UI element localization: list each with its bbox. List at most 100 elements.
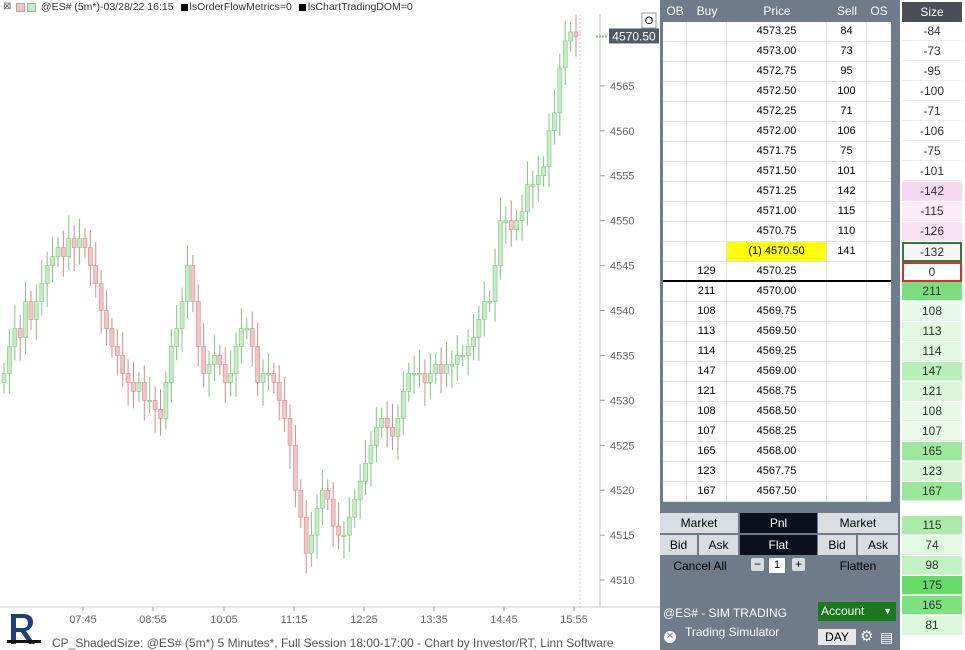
column-header-price[interactable]: Price xyxy=(728,4,826,18)
price-cell[interactable]: 4570.75 xyxy=(727,222,827,242)
candle-body[interactable] xyxy=(174,328,179,347)
dom-row[interactable]: 121 4568.75 xyxy=(663,382,891,402)
os-cell[interactable] xyxy=(867,262,891,282)
os-cell[interactable] xyxy=(867,142,891,162)
os-cell[interactable] xyxy=(867,182,891,202)
buy-cell[interactable]: 129 xyxy=(687,262,727,282)
candle-body[interactable] xyxy=(417,373,422,376)
candle-body[interactable] xyxy=(454,355,460,365)
buy-cell[interactable] xyxy=(687,122,727,142)
buy-cell[interactable] xyxy=(687,222,727,242)
dom-row[interactable]: 129 4570.25 xyxy=(663,262,891,282)
candle-body[interactable] xyxy=(325,489,331,500)
price-cell[interactable]: 4567.75 xyxy=(727,462,827,482)
ob-cell[interactable] xyxy=(663,82,687,102)
candle-body[interactable] xyxy=(163,382,169,419)
candle-body[interactable] xyxy=(7,346,12,374)
sell-cell[interactable] xyxy=(827,322,867,342)
ob-cell[interactable] xyxy=(663,42,687,62)
candle-body[interactable] xyxy=(120,355,126,374)
sell-cell[interactable]: 95 xyxy=(827,62,867,82)
candle-body[interactable] xyxy=(136,382,142,392)
sell-cell[interactable] xyxy=(827,262,867,282)
os-cell[interactable] xyxy=(867,422,891,442)
os-cell[interactable] xyxy=(867,382,891,402)
candle-body[interactable] xyxy=(395,418,401,437)
candle-body[interactable] xyxy=(201,346,206,374)
ob-cell[interactable] xyxy=(663,242,687,262)
candle-body[interactable] xyxy=(535,175,541,186)
dom-row[interactable]: 147 4569.00 xyxy=(663,362,891,382)
candle-body[interactable] xyxy=(471,337,476,347)
candle-body[interactable] xyxy=(206,364,212,374)
buy-cell[interactable]: 211 xyxy=(687,282,727,302)
candle-body[interactable] xyxy=(422,373,428,383)
ob-cell[interactable] xyxy=(663,62,687,82)
cancel-all-button[interactable]: Cancel All xyxy=(660,556,740,576)
column-header-ob[interactable]: OB xyxy=(663,4,687,18)
candle-body[interactable] xyxy=(147,400,152,403)
sell-cell[interactable] xyxy=(827,402,867,422)
ob-cell[interactable] xyxy=(663,142,687,162)
candle-body[interactable] xyxy=(557,67,563,114)
sell-cell[interactable]: 101 xyxy=(827,162,867,182)
dom-row[interactable]: 4571.25 142 xyxy=(663,182,891,202)
candle-body[interactable] xyxy=(357,480,363,500)
indicator-order-flow[interactable]: lsOrderFlowMetrics=0 xyxy=(190,1,292,13)
price-cell[interactable]: 4569.25 xyxy=(727,342,827,362)
candle-body[interactable] xyxy=(298,489,304,518)
dom-row[interactable]: 4572.25 71 xyxy=(663,102,891,122)
dom-row[interactable]: 4573.25 84 xyxy=(663,22,891,42)
candle-body[interactable] xyxy=(503,220,509,223)
candle-body[interactable] xyxy=(23,301,28,338)
os-cell[interactable] xyxy=(867,162,891,182)
candle-body[interactable] xyxy=(77,238,82,248)
os-cell[interactable] xyxy=(867,82,891,102)
os-cell[interactable] xyxy=(867,282,891,302)
dom-row[interactable]: 107 4568.25 xyxy=(663,422,891,442)
buy-cell[interactable] xyxy=(687,62,727,82)
column-header-sell[interactable]: Sell xyxy=(828,4,866,18)
candle-body[interactable] xyxy=(212,355,217,365)
os-cell[interactable] xyxy=(867,442,891,462)
dom-row[interactable]: 165 4568.00 xyxy=(663,442,891,462)
candle-body[interactable] xyxy=(34,301,39,320)
candle-body[interactable] xyxy=(228,373,233,383)
price-cell[interactable]: 4573.00 xyxy=(727,42,827,62)
indicator-chart-trading-dom[interactable]: lsChartTradingDOM=0 xyxy=(308,1,413,13)
ob-cell[interactable] xyxy=(663,422,687,442)
candle-body[interactable] xyxy=(276,382,282,401)
sell-cell[interactable]: 84 xyxy=(827,22,867,42)
ask-sell-button[interactable]: Ask xyxy=(858,535,898,555)
candle-body[interactable] xyxy=(573,31,579,37)
os-cell[interactable] xyxy=(867,482,891,502)
candle-body[interactable] xyxy=(352,498,358,518)
candle-body[interactable] xyxy=(368,444,374,464)
candle-body[interactable] xyxy=(552,112,557,132)
buy-cell[interactable]: 107 xyxy=(687,422,727,442)
buy-cell[interactable] xyxy=(687,42,727,62)
candle-body[interactable] xyxy=(125,373,131,383)
candle-body[interactable] xyxy=(562,40,568,69)
candle-body[interactable] xyxy=(519,211,525,221)
price-cell[interactable]: 4572.75 xyxy=(727,62,827,82)
dom-row[interactable]: 4570.75 110 xyxy=(663,222,891,242)
candle-body[interactable] xyxy=(438,364,444,374)
candle-body[interactable] xyxy=(363,462,368,482)
candle-body[interactable] xyxy=(50,256,55,266)
price-cell[interactable]: 4569.00 xyxy=(727,362,827,382)
candle-body[interactable] xyxy=(158,409,163,419)
buy-cell[interactable] xyxy=(687,182,727,202)
quantity-input[interactable]: 1 xyxy=(769,558,785,573)
buy-cell[interactable]: 108 xyxy=(687,402,727,422)
candle-body[interactable] xyxy=(530,184,536,187)
sell-cell[interactable]: 73 xyxy=(827,42,867,62)
sell-cell[interactable]: 100 xyxy=(827,82,867,102)
ob-cell[interactable] xyxy=(663,22,687,42)
sell-cell[interactable] xyxy=(827,282,867,302)
bid-sell-button[interactable]: Bid xyxy=(818,535,856,555)
dom-row[interactable]: 4571.50 101 xyxy=(663,162,891,182)
price-cell[interactable]: 4569.75 xyxy=(727,302,827,322)
sell-cell[interactable]: 142 xyxy=(827,182,867,202)
price-cell[interactable]: 4570.25 xyxy=(727,262,827,282)
